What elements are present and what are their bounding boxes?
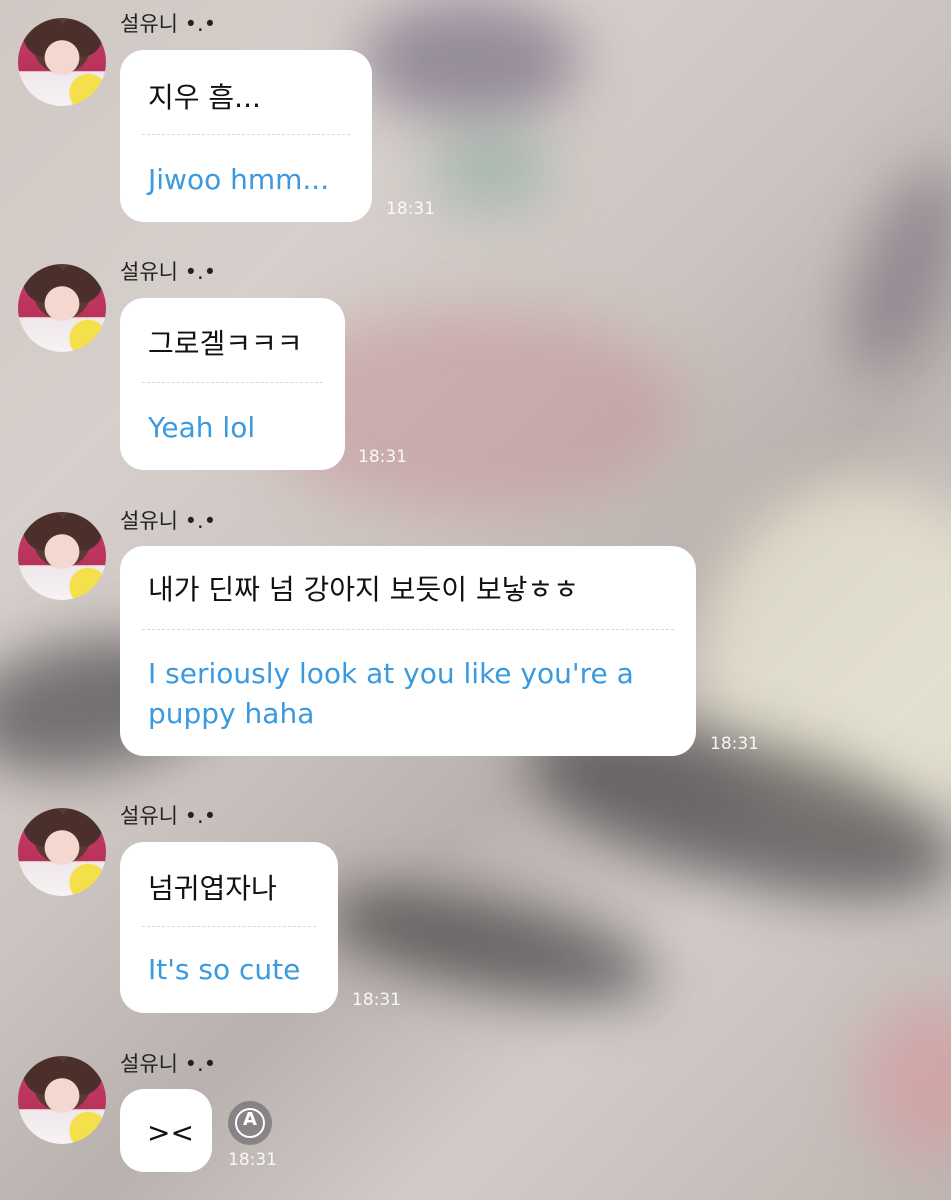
avatar[interactable] [18,18,106,106]
translated-text: Yeah lol [148,411,256,444]
avatar[interactable] [18,1056,106,1144]
timestamp: 18:31 [352,990,401,1010]
avatar[interactable] [18,512,106,600]
timestamp: 18:31 [228,1150,277,1170]
original-text: 내가 딘짜 넘 강아지 보듯이 보낳ㅎㅎ [148,573,579,606]
avatar[interactable] [18,264,106,352]
sender-name: 설유니 •.• [120,509,217,533]
translation-divider [142,629,674,630]
translated-text: I seriously look at you like you're a pu… [148,657,634,730]
avatar[interactable] [18,808,106,896]
translation-divider [142,382,323,383]
sender-name: 설유니 •.• [120,12,217,36]
sender-name: 설유니 •.• [120,260,217,284]
original-text: >< [147,1116,194,1149]
timestamp: 18:31 [386,199,435,219]
original-text: 넘귀엽자나 [148,872,277,905]
translation-divider [142,926,316,927]
translate-A-icon[interactable]: A [228,1101,272,1145]
translation-divider [142,134,350,135]
timestamp: 18:31 [358,447,407,467]
original-text: 그로겔ㅋㅋㅋ [148,327,303,360]
translated-text: Jiwoo hmm... [148,163,330,196]
timestamp: 18:31 [710,734,759,754]
sender-name: 설유니 •.• [120,804,217,828]
message-bubble[interactable]: 그로겔ㅋㅋㅋ Yeah lol [120,298,345,470]
message-bubble[interactable]: >< [120,1089,212,1172]
message-bubble[interactable]: 넘귀엽자나 It's so cute [120,842,338,1013]
message-bubble[interactable]: 내가 딘짜 넘 강아지 보듯이 보낳ㅎㅎ I seriously look at… [120,546,696,756]
sender-name: 설유니 •.• [120,1052,217,1076]
original-text: 지우 흠... [148,81,261,114]
translated-text: It's so cute [148,953,301,986]
message-bubble[interactable]: 지우 흠... Jiwoo hmm... [120,50,372,222]
